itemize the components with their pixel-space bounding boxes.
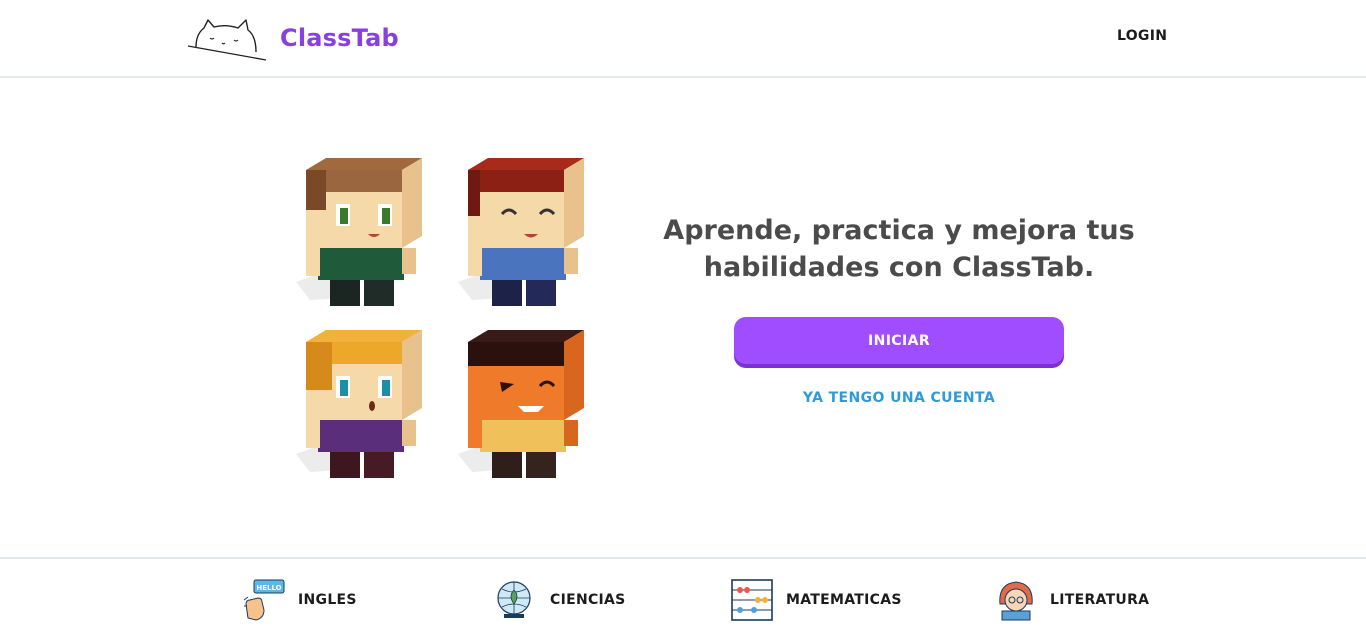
character-orange-icon	[458, 330, 584, 478]
subject-ingles[interactable]: HELLO INGLES	[242, 577, 357, 623]
hello-hand-icon: HELLO	[243, 579, 285, 621]
subject-literatura[interactable]: LITERATURA	[994, 577, 1149, 623]
start-button[interactable]: INICIAR	[734, 317, 1064, 364]
characters-illustration	[296, 158, 584, 478]
subject-label: LITERATURA	[1050, 592, 1150, 608]
top-nav: ClassTab LOGIN	[0, 0, 1366, 78]
abacus-icon	[731, 579, 773, 621]
subjects-bar: HELLO INGLES CIENCIAS MATEMATICAS LITERA…	[0, 557, 1366, 636]
reader-girl-icon	[999, 581, 1033, 621]
logo[interactable]	[186, 16, 268, 62]
character-purple-shirt-icon	[296, 330, 422, 478]
subject-label: INGLES	[298, 592, 357, 608]
login-link[interactable]: LOGIN	[1117, 28, 1167, 44]
character-green-shirt-icon	[296, 158, 422, 306]
cat-logo-icon	[187, 19, 267, 61]
svg-text:HELLO: HELLO	[256, 584, 281, 592]
subject-ciencias[interactable]: CIENCIAS	[494, 577, 626, 623]
character-blue-shirt-icon	[458, 158, 584, 306]
science-globe-icon	[497, 581, 531, 618]
subject-label: MATEMATICAS	[786, 592, 902, 608]
subject-matematicas[interactable]: MATEMATICAS	[730, 577, 902, 623]
brand-name[interactable]: ClassTab	[280, 24, 399, 52]
subject-label: CIENCIAS	[550, 592, 626, 608]
hero-headline: Aprende, practica y mejora tus habilidad…	[663, 215, 1135, 283]
existing-account-link[interactable]: YA TENGO UNA CUENTA	[734, 390, 1064, 412]
